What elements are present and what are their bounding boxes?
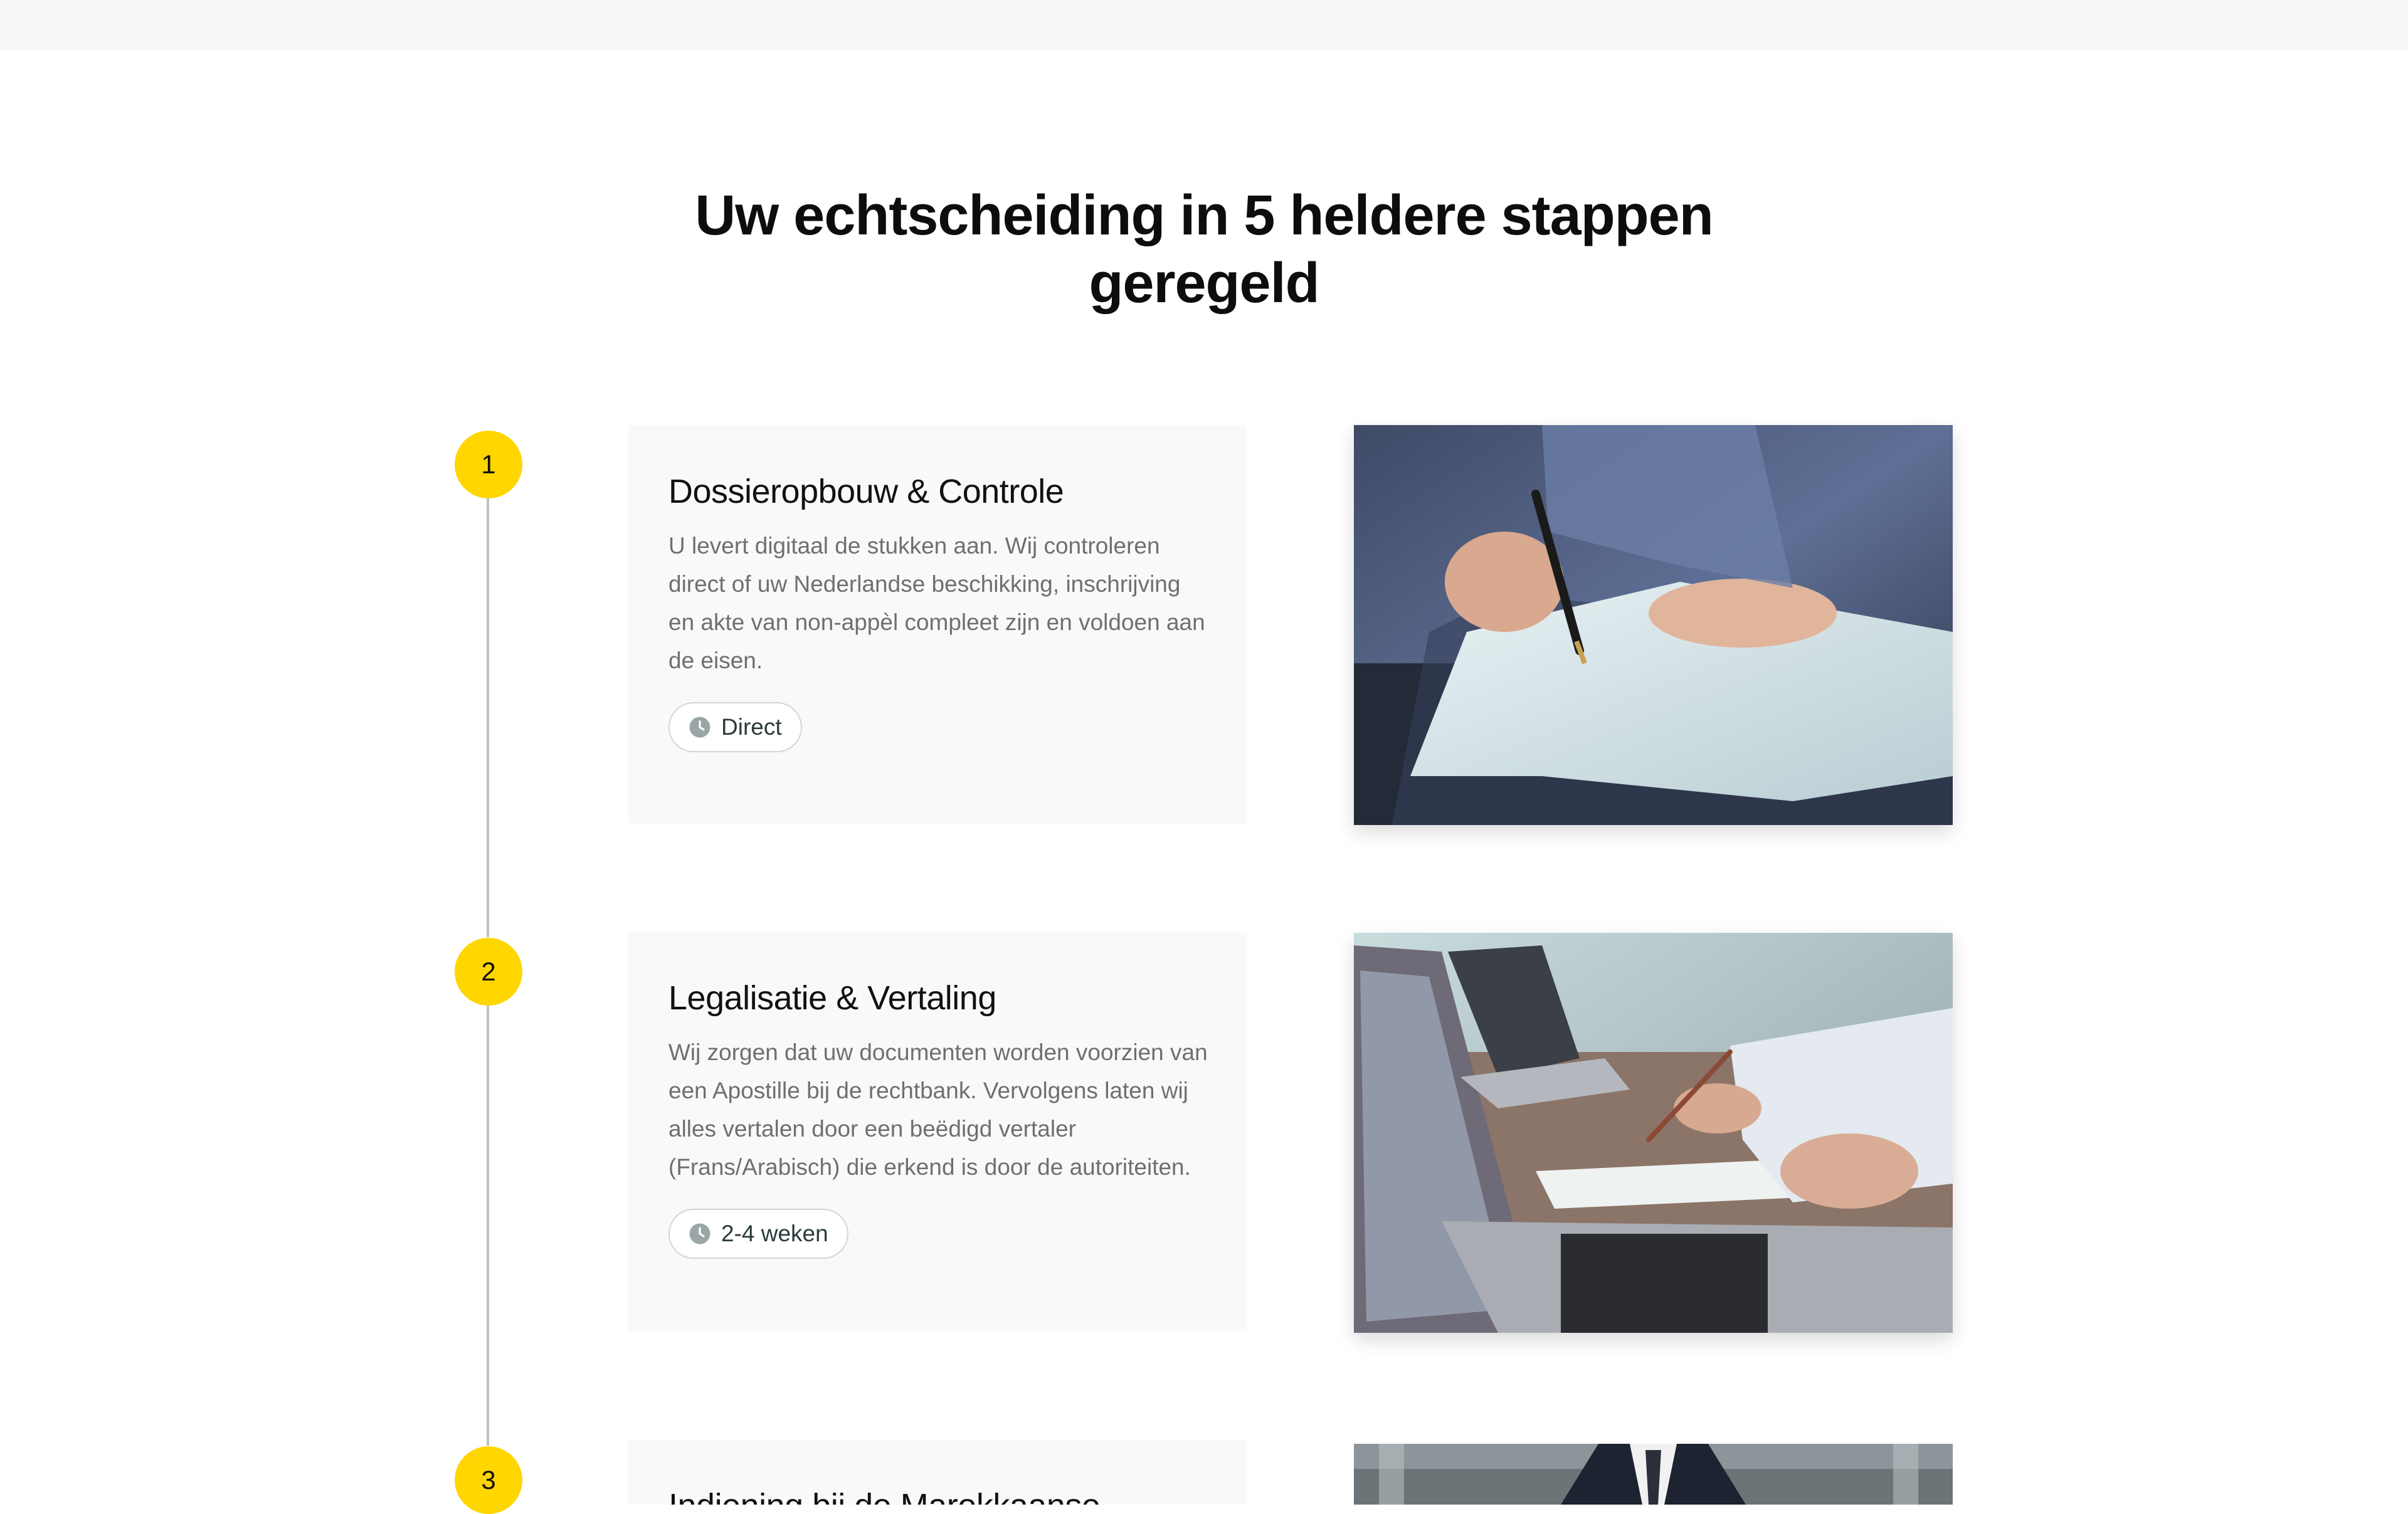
duration-badge: Direct bbox=[668, 702, 802, 752]
step-card: Dossieropbouw & Controle U levert digita… bbox=[628, 425, 1247, 824]
clock-icon bbox=[689, 1223, 710, 1244]
step-image-signing bbox=[1354, 425, 1953, 825]
laptops-and-paperwork-photo bbox=[1354, 933, 1953, 1333]
duration-label: Direct bbox=[721, 714, 782, 740]
step-image-laptops bbox=[1354, 933, 1953, 1333]
step-title: Legalisatie & Vertaling bbox=[668, 979, 996, 1017]
step-description: U levert digitaal de stukken aan. Wij co… bbox=[668, 533, 1205, 673]
businessman-in-suit-photo bbox=[1354, 1444, 1953, 1505]
step-card: Legalisatie & Vertaling Wij zorgen dat u… bbox=[628, 932, 1247, 1332]
step-number-badge: 1 bbox=[455, 431, 522, 498]
duration-badge: 2-4 weken bbox=[668, 1209, 848, 1259]
duration-label: 2-4 weken bbox=[721, 1221, 828, 1246]
hand-signing-document-photo bbox=[1354, 425, 1953, 825]
step-title: Dossieropbouw & Controle bbox=[668, 473, 1064, 510]
step-card: Indiening bij de Marokkaanse bbox=[628, 1439, 1247, 1505]
step-description: Wij zorgen dat uw documenten worden voor… bbox=[668, 1039, 1208, 1180]
section-title: Uw echtscheiding in 5 heldere stappen ge… bbox=[695, 184, 1713, 315]
step-number-badge: 2 bbox=[455, 938, 522, 1006]
timeline-connector bbox=[487, 498, 489, 937]
step-number-badge: 3 bbox=[455, 1446, 522, 1514]
step-image-businessman bbox=[1354, 1444, 1953, 1505]
clock-icon bbox=[689, 717, 710, 738]
step-title: Indiening bij de Marokkaanse bbox=[668, 1485, 1207, 1505]
timeline-connector bbox=[487, 1006, 489, 1446]
top-nav-strip bbox=[0, 0, 2408, 50]
